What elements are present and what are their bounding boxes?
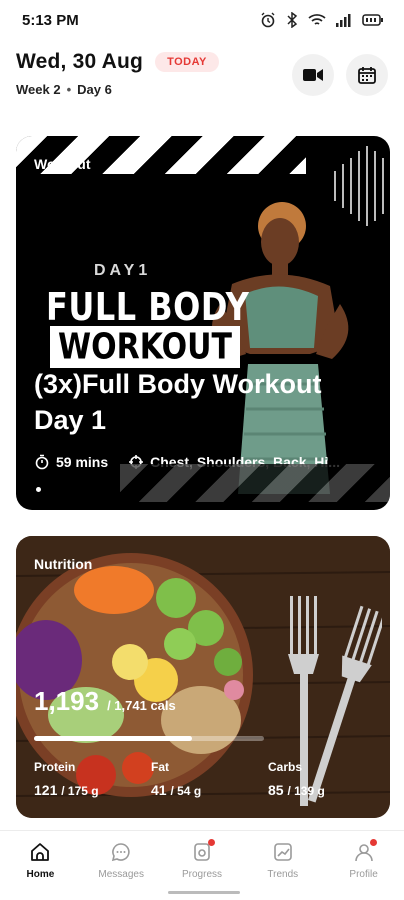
calorie-progress-bar	[34, 736, 264, 741]
nav-label: Messages	[98, 869, 144, 880]
nav-label: Home	[26, 869, 55, 880]
notification-dot	[369, 839, 377, 846]
day-label: Day 6	[77, 82, 112, 97]
banner-day: DAY1	[94, 262, 152, 279]
nutrition-section-label: Nutrition	[34, 556, 93, 572]
alarm-icon	[261, 12, 275, 28]
macro-carbs: Carbs 85 / 139 g	[268, 760, 385, 798]
nav-label: Trends	[267, 869, 299, 880]
nav-label: Profile	[349, 869, 378, 880]
today-badge[interactable]: TODAY	[155, 52, 219, 72]
status-bar: 5:13 PM	[0, 0, 404, 40]
duration-label: 59 mins	[56, 454, 109, 470]
nav-label: Progress	[181, 869, 222, 880]
decorative-stripes-bottom	[120, 464, 390, 502]
page-title[interactable]: Wed, 30 Aug	[16, 50, 143, 74]
stopwatch-icon	[35, 454, 49, 470]
nutrition-card[interactable]: Nutrition 1,193 / 1,741 cals Protein 121…	[16, 536, 390, 818]
macro-protein: Protein 121 / 175 g	[34, 760, 151, 798]
nav-home[interactable]: Home	[0, 831, 81, 900]
calendar-button[interactable]	[346, 54, 388, 96]
chat-icon	[112, 843, 130, 862]
macros: Protein 121 / 175 g Fat 41 / 54 g Carbs …	[34, 760, 385, 798]
status-time: 5:13 PM	[22, 11, 79, 29]
header: Wed, 30 Aug TODAY Week 2 • Day 6	[16, 50, 388, 110]
macro-value: 121 / 175 g	[34, 782, 151, 798]
macro-value: 41 / 54 g	[151, 782, 268, 798]
macro-name: Fat	[151, 760, 169, 774]
workout-card[interactable]: Workout DAY1 FULL BODY WORKOUT (3x)Full …	[16, 136, 390, 510]
bluetooth-icon	[287, 12, 298, 28]
macro-name: Carbs	[268, 760, 303, 774]
calorie-summary: 1,193 / 1,741 cals	[34, 686, 176, 717]
bottom-nav: Home Messages Progress Trends Profile	[0, 830, 404, 900]
macro-fat: Fat 41 / 54 g	[151, 760, 268, 798]
trend-icon	[273, 843, 292, 861]
calories-eaten: 1,193	[34, 686, 100, 716]
nav-messages[interactable]: Messages	[81, 831, 162, 900]
banner-line-1: FULL BODY	[46, 284, 250, 330]
workout-title: (3x)Full Body Workout Day 1	[34, 369, 322, 435]
video-camera-icon	[303, 69, 323, 81]
nav-profile[interactable]: Profile	[323, 831, 404, 900]
macro-name: Protein	[34, 760, 76, 774]
macro-value: 85 / 139 g	[268, 782, 385, 798]
battery-icon	[362, 14, 383, 26]
nav-progress[interactable]: Progress	[162, 831, 243, 900]
notification-dot	[207, 839, 215, 846]
calendar-icon	[358, 67, 376, 84]
nav-trends[interactable]: Trends	[242, 831, 323, 900]
video-call-button[interactable]	[292, 54, 334, 96]
status-icons	[260, 12, 384, 28]
week-label: Week 2	[16, 82, 61, 97]
macro-eaten: 121	[34, 782, 58, 798]
separator: •	[66, 82, 72, 97]
pager-dot	[36, 487, 41, 492]
macro-total: / 139 g	[287, 784, 325, 798]
macro-eaten: 41	[151, 782, 167, 798]
macro-eaten: 85	[268, 782, 284, 798]
macro-total: / 54 g	[170, 784, 202, 798]
header-actions	[292, 54, 388, 96]
home-icon	[31, 843, 50, 861]
signal-icon	[336, 14, 351, 27]
macro-total: / 175 g	[61, 784, 99, 798]
banner-line-2: WORKOUT	[50, 326, 240, 368]
calorie-progress-fill	[34, 736, 192, 741]
calories-goal: / 1,741 cals	[107, 698, 176, 713]
duration: 59 mins	[34, 454, 108, 470]
workout-section-label: Workout	[34, 156, 91, 172]
home-indicator	[168, 891, 240, 894]
wifi-icon	[308, 14, 326, 25]
